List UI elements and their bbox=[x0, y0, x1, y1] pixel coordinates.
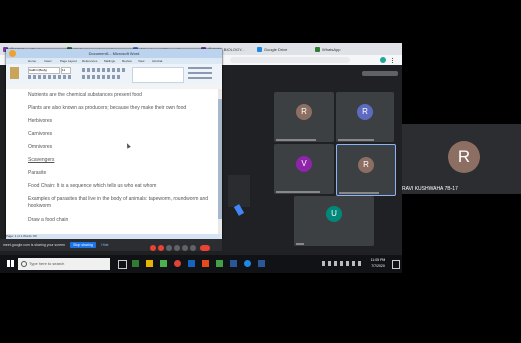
raise-hand-icon[interactable] bbox=[174, 245, 180, 251]
taskbar-app-icon[interactable] bbox=[146, 260, 153, 267]
browser-tab[interactable]: Google Drive bbox=[256, 45, 320, 54]
browser-tab[interactable]: WhatsApp bbox=[314, 45, 382, 54]
participant-tile[interactable]: U bbox=[294, 196, 374, 246]
participant-tile[interactable]: R bbox=[274, 92, 334, 142]
document-line: Omnivores bbox=[28, 144, 53, 150]
participant-name bbox=[276, 191, 320, 193]
document-line: Nutrients are the chemical substances pr… bbox=[28, 92, 142, 98]
hide-button[interactable]: Hide bbox=[100, 242, 110, 248]
word-title-bar: Document1 - Microsoft Word bbox=[6, 49, 222, 58]
taskbar-clock: 11:05 PM 7/7/2020 bbox=[366, 257, 390, 269]
word-ribbon: Calibri (Body) 11 bbox=[6, 64, 222, 86]
document-line: hookworm bbox=[28, 203, 52, 209]
office-button-icon[interactable] bbox=[9, 50, 16, 57]
document-line: Food Chain: It is a sequence which tells… bbox=[28, 183, 157, 189]
word-window: Document1 - Microsoft Word Home Insert P… bbox=[6, 49, 222, 239]
document-line: Parasite bbox=[28, 170, 47, 176]
tab-favicon-icon bbox=[257, 47, 262, 52]
document-line: Scavengers bbox=[28, 157, 55, 163]
paragraph-align-buttons[interactable] bbox=[82, 75, 122, 79]
side-participant-avatar: R bbox=[448, 141, 480, 173]
participant-avatar: V bbox=[296, 156, 312, 172]
tab-label: Google Drive bbox=[264, 47, 288, 52]
presenter-preview bbox=[228, 175, 250, 207]
participant-tile[interactable]: R bbox=[336, 92, 394, 142]
participant-tile[interactable]: R bbox=[336, 144, 396, 196]
document-line: Herbivores bbox=[28, 118, 53, 124]
meet-top-controls bbox=[362, 71, 398, 76]
menu-dots-icon[interactable] bbox=[392, 58, 395, 63]
shared-screen: Ⓜ N7 Eyes Real Walk - learn, share, dis.… bbox=[0, 43, 402, 273]
scrollbar-thumb[interactable] bbox=[218, 99, 222, 219]
task-view-icon[interactable] bbox=[118, 260, 127, 269]
windows-taskbar: Type here to search 11:05 PM 7/7/2020 bbox=[0, 255, 402, 273]
present-icon[interactable] bbox=[182, 245, 188, 251]
address-bar[interactable] bbox=[230, 57, 350, 63]
participant-tile[interactable]: V bbox=[274, 144, 334, 194]
styles-gallery[interactable] bbox=[132, 67, 184, 83]
font-name-select[interactable]: Calibri (Body) bbox=[28, 67, 60, 74]
meet-call-controls bbox=[150, 244, 250, 252]
system-tray-icons[interactable] bbox=[322, 261, 362, 266]
taskbar-app-icon[interactable] bbox=[188, 260, 195, 267]
taskbar-app-icon[interactable] bbox=[258, 260, 265, 267]
side-participant-tile[interactable]: R RAVI KUSHWAHA 7B-17 bbox=[402, 124, 521, 194]
participant-avatar: R bbox=[358, 157, 374, 173]
font-size-select[interactable]: 11 bbox=[61, 67, 71, 74]
participant-name bbox=[276, 139, 316, 141]
camera-icon[interactable] bbox=[158, 245, 164, 251]
participant-name bbox=[339, 192, 379, 194]
side-participant-name: RAVI KUSHWAHA 7B-17 bbox=[402, 186, 458, 192]
end-call-icon[interactable] bbox=[200, 245, 210, 251]
more-options-icon[interactable] bbox=[190, 245, 196, 251]
stop-sharing-button[interactable]: Stop sharing bbox=[70, 242, 96, 248]
sharing-message: meet.google.com is sharing your screen bbox=[3, 243, 66, 247]
format-buttons[interactable] bbox=[28, 75, 72, 79]
taskbar-app-icon[interactable] bbox=[202, 260, 209, 267]
captions-icon[interactable] bbox=[166, 245, 172, 251]
taskbar-app-icon[interactable] bbox=[132, 260, 139, 267]
participant-avatar: R bbox=[357, 104, 373, 120]
taskbar-app-icon[interactable] bbox=[244, 260, 251, 267]
tab-favicon-icon bbox=[315, 47, 320, 52]
taskbar-app-icon[interactable] bbox=[230, 260, 237, 267]
profile-avatar-icon[interactable] bbox=[380, 57, 386, 63]
search-icon bbox=[21, 261, 27, 267]
participant-name bbox=[296, 243, 304, 245]
paragraph-buttons[interactable] bbox=[82, 68, 126, 72]
notifications-icon[interactable] bbox=[392, 260, 400, 269]
document-line: Carnivores bbox=[28, 131, 53, 137]
taskbar-search-box[interactable]: Type here to search bbox=[18, 258, 110, 270]
windows-start-icon[interactable] bbox=[7, 260, 14, 267]
tab-label: WhatsApp bbox=[322, 47, 341, 52]
document-line: Examples of parasites that live in the b… bbox=[28, 196, 209, 202]
meet-participant-grid: R R V R U bbox=[222, 65, 402, 273]
document-scrollbar[interactable] bbox=[218, 89, 222, 234]
document-line: Plants are also known as producers; beca… bbox=[28, 105, 187, 111]
taskbar-app-icon[interactable] bbox=[174, 260, 181, 267]
mouse-cursor-icon bbox=[125, 142, 131, 149]
participant-avatar: U bbox=[326, 206, 342, 222]
document-page[interactable]: Nutrients are the chemical substances pr… bbox=[6, 89, 218, 234]
editing-group[interactable] bbox=[188, 67, 212, 81]
taskbar-app-icon[interactable] bbox=[160, 260, 167, 267]
taskbar-date: 7/7/2020 bbox=[371, 264, 385, 268]
mic-icon[interactable] bbox=[150, 245, 156, 251]
participant-avatar: R bbox=[296, 104, 312, 120]
document-line: Draw a food chain bbox=[28, 217, 69, 223]
taskbar-app-icon[interactable] bbox=[216, 260, 223, 267]
taskbar-search-placeholder: Type here to search bbox=[29, 261, 65, 266]
paste-icon[interactable] bbox=[10, 67, 19, 79]
participant-name bbox=[338, 139, 374, 141]
